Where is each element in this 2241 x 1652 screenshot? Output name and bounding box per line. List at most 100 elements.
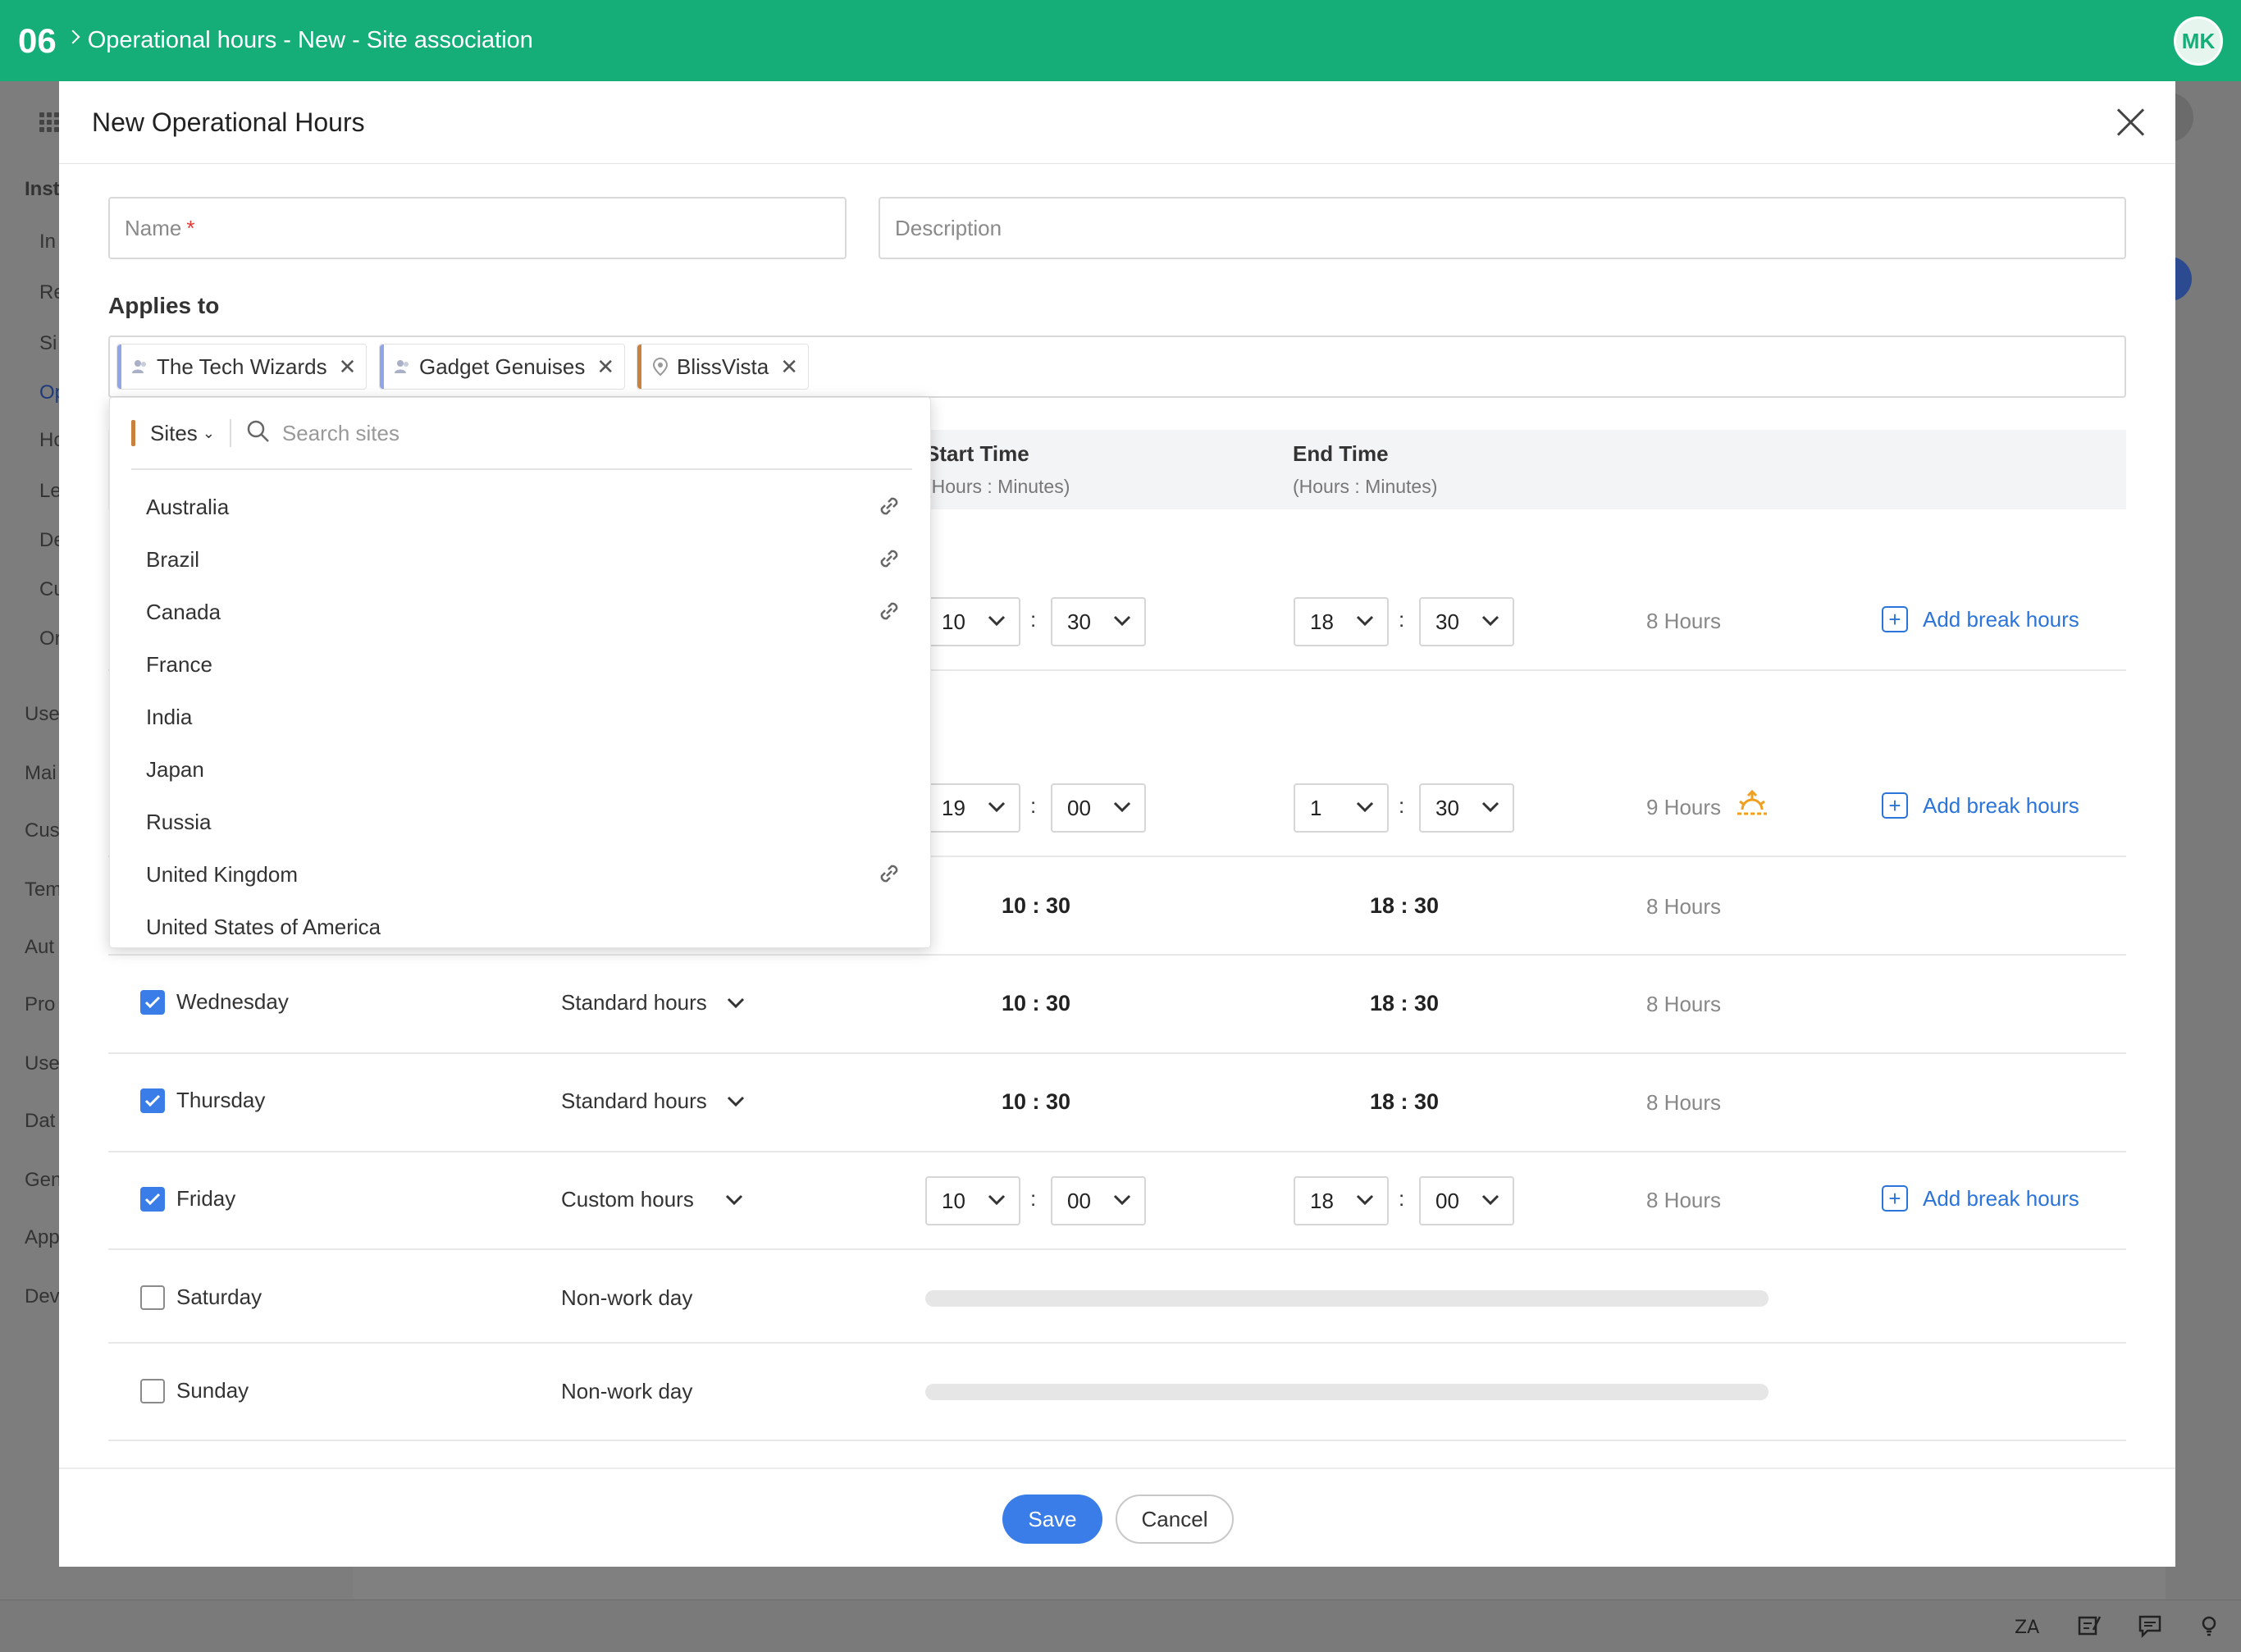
time-separator: : — [1030, 793, 1037, 818]
bg-nav-item: Or — [39, 627, 62, 650]
translate-icon[interactable]: ZA — [2015, 1612, 2042, 1640]
total-hours: 9 Hours — [1646, 795, 1722, 819]
svg-text:ZA: ZA — [2015, 1618, 2039, 1638]
chip-label: BlissVista — [677, 354, 769, 379]
add-break-hours-button[interactable]: + Add break hours — [1882, 606, 2079, 632]
start-minute-select[interactable]: 30 — [1051, 597, 1146, 646]
save-button[interactable]: Save — [1002, 1495, 1102, 1544]
site-option[interactable]: Canada — [146, 600, 221, 625]
close-icon[interactable] — [2116, 107, 2146, 137]
chat-icon[interactable] — [2136, 1612, 2164, 1640]
end-time-header: End Time — [1293, 441, 1389, 466]
description-field[interactable]: Description — [879, 197, 2126, 259]
end-hour-select[interactable]: 18 — [1294, 1176, 1389, 1225]
hours-type-select[interactable]: Standard hours — [561, 1088, 745, 1114]
bg-nav-item: Dev — [25, 1285, 60, 1307]
chip-label: The Tech Wizards — [157, 354, 327, 379]
chip-blissvista[interactable]: BlissVista ✕ — [637, 344, 810, 390]
day-thursday[interactable]: Thursday — [140, 1088, 265, 1113]
bg-nav-item: Gen — [25, 1169, 62, 1191]
lightbulb-icon[interactable] — [2195, 1612, 2223, 1640]
day-sunday[interactable]: Sunday — [140, 1378, 249, 1403]
day-saturday[interactable]: Saturday — [140, 1285, 262, 1310]
breadcrumb-chevron-icon — [66, 29, 76, 53]
remove-chip-icon[interactable]: ✕ — [339, 354, 357, 380]
bg-nav-item: Mai — [25, 762, 57, 784]
site-option[interactable]: United States of America — [146, 915, 381, 940]
time-separator: : — [1399, 793, 1405, 818]
chip-gadget-genuises[interactable]: Gadget Genuises ✕ — [379, 344, 626, 390]
start-hour-select[interactable]: 19 — [925, 783, 1020, 833]
site-option[interactable]: Brazil — [146, 547, 199, 573]
cancel-button[interactable]: Cancel — [1116, 1495, 1234, 1544]
start-hour-select[interactable]: 10 — [925, 1176, 1020, 1225]
chip-label: Gadget Genuises — [419, 354, 586, 379]
end-minute-select[interactable]: 30 — [1419, 597, 1514, 646]
sites-filter-label[interactable]: Sites — [150, 421, 198, 446]
checkbox-checked[interactable] — [140, 1186, 165, 1212]
overnight-sunrise-icon — [1736, 789, 1769, 822]
checkbox-unchecked[interactable] — [140, 1285, 165, 1310]
link-icon[interactable] — [876, 493, 902, 519]
bg-nav-item: Pro — [25, 993, 56, 1015]
apps-grid-icon — [39, 112, 59, 132]
add-break-hours-button[interactable]: + Add break hours — [1882, 1185, 2079, 1212]
site-option[interactable]: United Kingdom — [146, 862, 298, 888]
chip-the-tech-wizards[interactable]: The Tech Wizards ✕ — [116, 344, 367, 390]
start-minute-select[interactable]: 00 — [1051, 783, 1146, 833]
tab-number: 06 — [18, 21, 57, 60]
avatar[interactable]: MK — [2174, 16, 2223, 66]
start-hour-select[interactable]: 10 — [925, 597, 1020, 646]
link-icon[interactable] — [876, 545, 902, 572]
group-icon — [393, 357, 413, 376]
end-minute-select[interactable]: 00 — [1419, 1176, 1514, 1225]
bg-nav-item: Aut — [25, 936, 55, 958]
bg-nav-item: Dat — [25, 1110, 56, 1132]
checkbox-checked[interactable] — [140, 1088, 165, 1113]
bg-nav-item: Si — [39, 332, 57, 354]
time-separator: : — [1030, 607, 1037, 632]
hours-type-select[interactable]: Custom hours — [561, 1187, 743, 1212]
end-minute-select[interactable]: 30 — [1419, 783, 1514, 833]
non-work-day-bar — [925, 1290, 1769, 1307]
bg-nav-item: Use — [25, 1052, 60, 1075]
remove-chip-icon[interactable]: ✕ — [596, 354, 614, 380]
end-time-value: 18 : 30 — [1370, 1089, 1440, 1114]
hours-type-label: Non-work day — [561, 1379, 693, 1403]
time-separator: : — [1399, 607, 1405, 632]
link-icon[interactable] — [876, 598, 902, 624]
site-option[interactable]: Japan — [146, 757, 204, 783]
notes-icon[interactable] — [2075, 1612, 2103, 1640]
add-break-hours-button[interactable]: + Add break hours — [1882, 792, 2079, 819]
checkbox-checked[interactable] — [140, 989, 165, 1015]
bg-nav-item: Use — [25, 703, 60, 725]
time-separator: : — [1399, 1186, 1405, 1211]
breadcrumb-title: Operational hours - New - Site associati… — [87, 27, 533, 53]
hours-type-select[interactable]: Standard hours — [561, 990, 745, 1015]
applies-to-label: Applies to — [108, 293, 220, 318]
start-time-value: 10 : 30 — [1002, 1089, 1071, 1114]
remove-chip-icon[interactable]: ✕ — [780, 354, 798, 380]
site-option[interactable]: India — [146, 705, 192, 730]
bg-nav-item: Cus — [25, 819, 60, 842]
end-hour-select[interactable]: 18 — [1294, 597, 1389, 646]
bg-nav-item: In — [39, 230, 57, 253]
day-friday[interactable]: Friday — [140, 1186, 235, 1212]
chevron-down-icon[interactable]: ⌄ — [203, 425, 215, 442]
description-placeholder: Description — [895, 215, 1002, 240]
site-option[interactable]: France — [146, 652, 212, 678]
site-option[interactable]: Australia — [146, 495, 229, 520]
applies-to-input[interactable]: The Tech Wizards ✕ Gadget Genuises ✕ Bli… — [108, 335, 2126, 398]
search-sites-input[interactable]: Search sites — [282, 421, 399, 446]
end-hour-select[interactable]: 1 — [1294, 783, 1389, 833]
link-icon[interactable] — [876, 860, 902, 887]
site-option[interactable]: Russia — [146, 810, 211, 835]
start-minute-select[interactable]: 00 — [1051, 1176, 1146, 1225]
checkbox-unchecked[interactable] — [140, 1378, 165, 1403]
bottom-toolbar: ZA — [0, 1600, 2241, 1652]
bg-nav-item: App — [25, 1226, 60, 1248]
start-time-subheader: (Hours : Minutes) — [925, 476, 1070, 497]
day-wednesday[interactable]: Wednesday — [140, 989, 289, 1015]
name-field[interactable]: Name * — [108, 197, 847, 259]
top-bar: 06 Operational hours - New - Site associ… — [0, 0, 2241, 81]
